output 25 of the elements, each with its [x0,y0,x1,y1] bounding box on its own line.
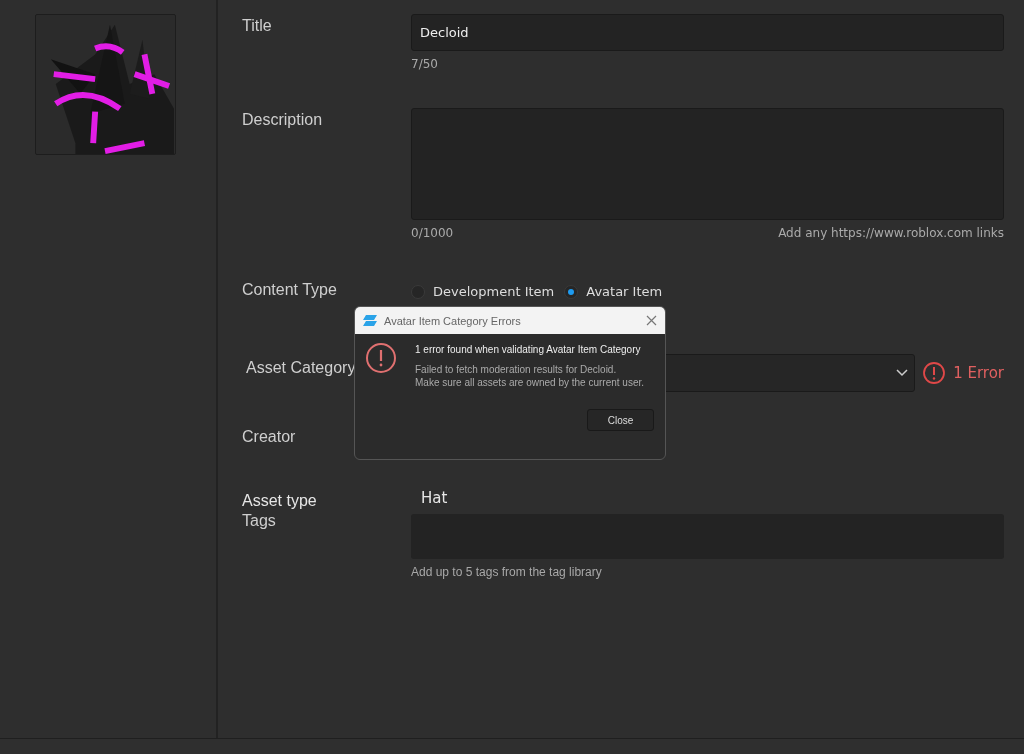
dialog-message: Failed to fetch moderation results for Decloid. Make sure all assets are owned by the current user. [415,363,644,389]
content-type-label: Content Type [242,280,338,299]
dialog-heading: 1 error found when validating Avatar Item Category [415,344,642,355]
dialog-title: Avatar Item Category Errors [384,314,522,327]
error-count: 1 Error [953,364,1004,382]
character-counter: 0/1000 [411,226,454,240]
radio-button[interactable] [564,284,579,299]
description-label: Description [242,110,324,129]
error-icon [923,362,946,384]
error-icon [365,342,397,374]
tags-label: Tags [242,511,277,530]
title-field[interactable]: Decloid [411,14,1004,51]
close-icon[interactable] [646,315,657,326]
close-button[interactable]: Close [587,409,654,431]
radio-option-label[interactable]: Avatar Item [586,284,663,299]
asset-type-label: Asset type [242,491,318,510]
chevron-down-icon [896,369,909,377]
app-logo-icon [363,314,377,327]
title-label: Title [242,16,273,35]
tags-hint: Add up to 5 tags from the tag library [411,565,603,579]
creator-label: Creator [242,427,297,446]
character-counter: 7/50 [411,57,438,71]
asset-type-value: Hat [420,489,448,507]
description-hint: Add any https://www.roblox.com links [778,226,1004,240]
radio-option-label[interactable]: Development Item [433,284,555,299]
